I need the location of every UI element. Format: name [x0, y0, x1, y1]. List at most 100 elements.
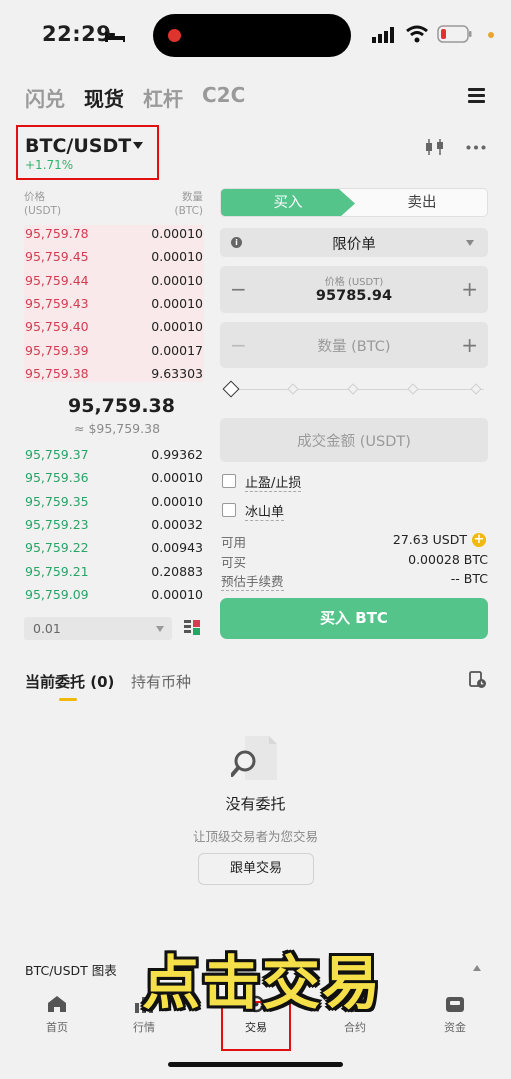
- bid-qty: 0.00010: [151, 586, 203, 602]
- tab-spot[interactable]: 现货: [84, 83, 124, 112]
- tab-holdings[interactable]: 持有币种: [131, 671, 191, 692]
- tab-open-orders[interactable]: 当前委托 (0): [25, 671, 114, 692]
- ask-price: 95,759.38: [25, 365, 89, 381]
- ask-row[interactable]: 95,759.45 0.00010: [20, 246, 204, 269]
- caret-up-icon[interactable]: [473, 965, 481, 971]
- bid-row[interactable]: 95,759.36 0.00010: [20, 467, 204, 490]
- ask-price: 95,759.40: [25, 319, 89, 335]
- bid-qty: 0.00943: [151, 540, 203, 556]
- price-input[interactable]: − 价格 (USDT) 95785.94 +: [220, 266, 488, 313]
- quantity-placeholder: 数量 (BTC): [317, 339, 391, 355]
- order-type-select[interactable]: i 限价单: [220, 228, 488, 257]
- ask-qty: 9.63303: [151, 365, 203, 381]
- bid-price: 95,759.09: [25, 586, 89, 602]
- ask-price: 95,759.44: [25, 272, 89, 288]
- quantity-input[interactable]: − 数量 (BTC) +: [220, 322, 488, 368]
- slider-step-100[interactable]: [470, 383, 482, 395]
- total-input[interactable]: 成交金额 (USDT): [220, 418, 488, 462]
- bid-price: 95,759.37: [25, 447, 89, 462]
- tab-margin[interactable]: 杠杆: [143, 83, 183, 112]
- depth-value: 0.01: [33, 621, 61, 636]
- pair-selector[interactable]: BTC/USDT: [25, 135, 131, 157]
- can-buy-label: 可买: [221, 555, 247, 570]
- menu-icon[interactable]: [468, 88, 485, 103]
- caret-down-icon[interactable]: [133, 142, 143, 149]
- buy-btc-button[interactable]: 买入 BTC: [220, 598, 488, 639]
- price-header-label: 价格: [24, 191, 45, 203]
- bid-price: 95,759.21: [25, 563, 89, 579]
- copy-trade-button[interactable]: 跟单交易: [198, 853, 314, 885]
- nav-home-label: 首页: [46, 1021, 68, 1034]
- active-tab-indicator: [59, 698, 77, 701]
- tp-sl-checkbox[interactable]: [222, 474, 236, 488]
- candlestick-chart-icon[interactable]: [424, 137, 446, 157]
- tab-swap[interactable]: 闪兑: [25, 83, 65, 112]
- bid-row[interactable]: 95,759.09 0.00010: [20, 584, 204, 607]
- ask-qty: 0.00017: [151, 342, 203, 358]
- last-price: 95,759.38: [68, 395, 175, 417]
- bid-price: 95,759.22: [25, 540, 89, 556]
- nav-home[interactable]: 首页: [27, 995, 87, 1035]
- ask-row[interactable]: 95,759.43 0.00010: [20, 293, 204, 316]
- sell-tab[interactable]: 卖出: [355, 189, 487, 216]
- price-increase-button[interactable]: +: [461, 279, 478, 299]
- available-label: 可用: [221, 535, 247, 550]
- bid-qty: 0.00032: [151, 516, 203, 532]
- qty-column-header: 数量 (BTC): [170, 190, 203, 218]
- video-caption: 点击交易: [142, 949, 383, 1017]
- ask-row[interactable]: 95,759.38 9.63303: [20, 363, 204, 386]
- slider-step-75[interactable]: [407, 383, 419, 395]
- empty-state-title: 没有委托: [225, 795, 286, 813]
- home-indicator[interactable]: [168, 1062, 343, 1067]
- more-icon[interactable]: [466, 145, 486, 150]
- ask-qty: 0.00010: [151, 226, 203, 241]
- slider-handle[interactable]: [222, 380, 240, 398]
- price-input-value[interactable]: 95785.94: [220, 288, 488, 304]
- bid-qty: 0.00010: [151, 493, 203, 509]
- ask-price: 95,759.39: [25, 342, 89, 358]
- bid-row[interactable]: 95,759.23 0.00032: [20, 514, 204, 537]
- pair-change: +1.71%: [25, 158, 74, 172]
- caret-down-icon: [466, 240, 474, 246]
- ask-row[interactable]: 95,759.40 0.00010: [20, 316, 204, 339]
- order-history-icon[interactable]: [469, 671, 487, 689]
- quantity-increase-button[interactable]: +: [461, 335, 478, 355]
- ask-price: 95,759.45: [25, 249, 89, 265]
- chart-toggle[interactable]: BTC/USDT 图表: [25, 960, 117, 979]
- ask-row[interactable]: 95,759.44 0.00010: [20, 270, 204, 293]
- add-funds-icon[interactable]: +: [472, 533, 486, 547]
- buy-tab[interactable]: 买入: [221, 189, 355, 216]
- ask-qty: 0.00010: [151, 319, 203, 335]
- tp-sl-label[interactable]: 止盈/止损: [245, 472, 302, 492]
- iceberg-checkbox[interactable]: [222, 503, 236, 517]
- ask-price: 95,759.43: [25, 295, 89, 311]
- bid-row[interactable]: 95,759.37 0.99362: [20, 444, 204, 467]
- total-placeholder: 成交金额 (USDT): [297, 434, 411, 450]
- bid-qty: 0.00010: [151, 470, 203, 486]
- depth-precision-select[interactable]: 0.01: [24, 617, 172, 640]
- qty-header-unit: (BTC): [174, 205, 203, 217]
- ask-row[interactable]: 95,759.78 0.00010: [20, 223, 204, 246]
- dynamic-island: [153, 14, 351, 57]
- nav-assets[interactable]: 资金: [425, 995, 485, 1035]
- last-price-usd: ≈ $95,759.38: [74, 421, 161, 436]
- slider-track: [234, 389, 484, 390]
- slider-step-50[interactable]: [347, 383, 359, 395]
- bid-row[interactable]: 95,759.35 0.00010: [20, 491, 204, 514]
- bid-qty: 0.99362: [151, 447, 203, 462]
- slider-step-25[interactable]: [287, 383, 299, 395]
- bid-row[interactable]: 95,759.21 0.20883: [20, 561, 204, 584]
- fee-label[interactable]: 预估手续费: [221, 571, 284, 591]
- bid-qty: 0.20883: [151, 563, 203, 579]
- status-time: 22:29: [42, 22, 112, 46]
- ask-qty: 0.00010: [151, 295, 203, 311]
- caret-down-icon: [156, 626, 164, 632]
- orderbook-layout-icon[interactable]: [184, 620, 200, 636]
- iceberg-label[interactable]: 冰山单: [245, 501, 285, 521]
- bid-price: 95,759.35: [25, 493, 89, 509]
- amount-slider[interactable]: [222, 380, 488, 398]
- bid-row[interactable]: 95,759.22 0.00943: [20, 537, 204, 560]
- privacy-indicator-icon: [488, 32, 494, 38]
- ask-row[interactable]: 95,759.39 0.00017: [20, 340, 204, 363]
- tab-c2c[interactable]: C2C: [202, 83, 245, 107]
